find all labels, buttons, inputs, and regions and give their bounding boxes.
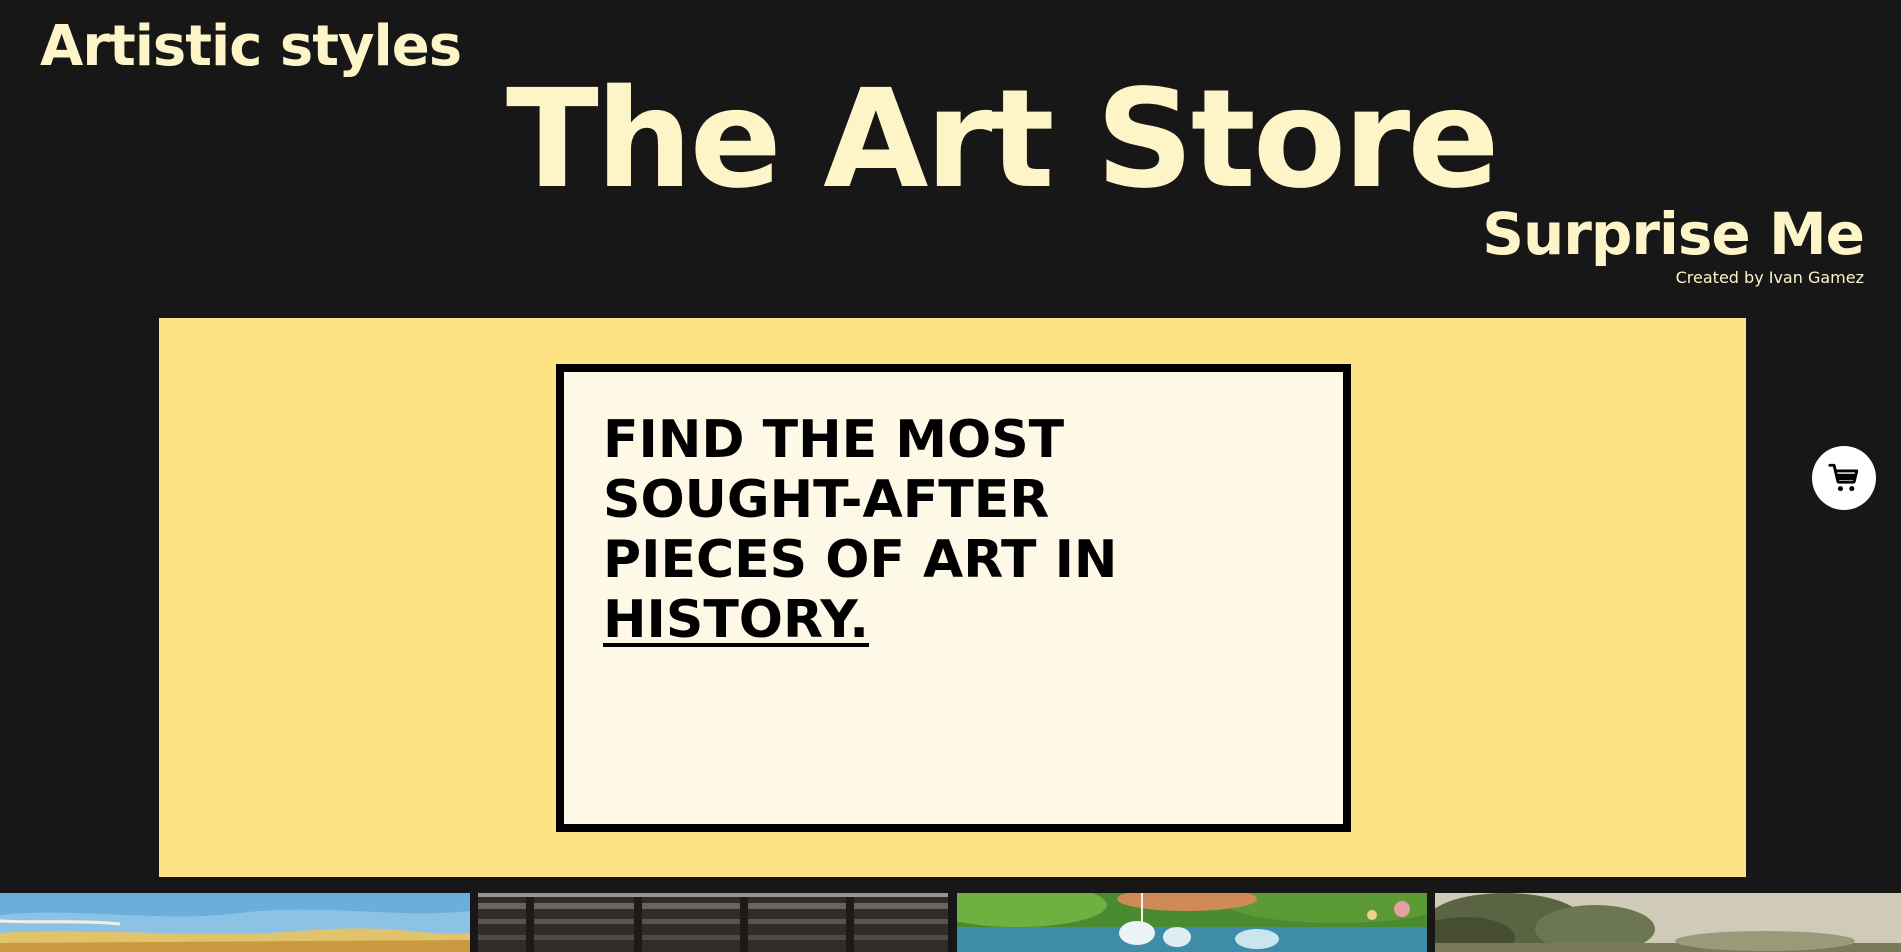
painting-4-image [1435, 893, 1901, 952]
hero-banner: FIND THE MOST SOUGHT-AFTER PIECES OF ART… [159, 318, 1746, 877]
hero-heading-line-3: PIECES OF ART IN [603, 530, 1118, 590]
gallery-strip [0, 893, 1901, 952]
painting-2-image [478, 893, 948, 952]
artistic-styles-link[interactable]: Artistic styles [40, 14, 462, 79]
gallery-painting-3[interactable] [957, 893, 1427, 952]
painting-3-image [957, 893, 1427, 952]
hero-heading: FIND THE MOST SOUGHT-AFTER PIECES OF ART… [603, 410, 1117, 650]
hero-heading-line-2: SOUGHT-AFTER [603, 470, 1050, 530]
hero-card: FIND THE MOST SOUGHT-AFTER PIECES OF ART… [556, 364, 1351, 832]
surprise-me-link[interactable]: Surprise Me [1482, 200, 1865, 268]
site-title: The Art Store [506, 61, 1500, 219]
gallery-painting-4[interactable] [1435, 893, 1901, 952]
shopping-cart-icon [1828, 463, 1859, 492]
page: Artistic styles The Art Store Surprise M… [0, 0, 1901, 952]
hero-heading-link-history[interactable]: HISTORY. [603, 590, 1117, 650]
credit-text: Created by Ivan Gamez [1675, 268, 1864, 287]
cart-button[interactable] [1812, 446, 1876, 510]
gallery-painting-2[interactable] [478, 893, 948, 952]
painting-1-image [0, 893, 470, 952]
hero-heading-line-1: FIND THE MOST [603, 410, 1065, 470]
gallery-painting-1[interactable] [0, 893, 470, 952]
